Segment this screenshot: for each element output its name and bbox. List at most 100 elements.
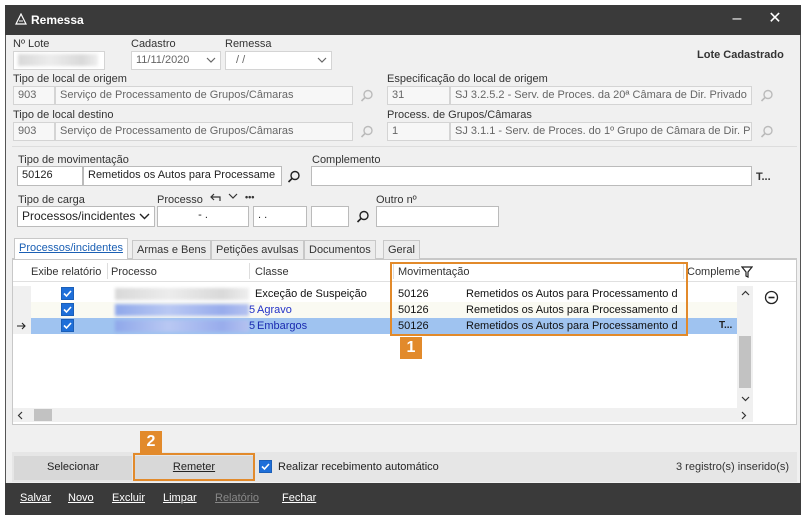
search-icon[interactable] [287,170,301,184]
process-grupos-code[interactable]: 1 [387,122,450,141]
filter-icon[interactable] [741,266,753,278]
auto-receipt-checkbox[interactable] [259,460,272,473]
more-options-button[interactable]: ••• [245,192,254,202]
movimentacao-code-input[interactable]: 50126 [17,166,83,186]
horizontal-scrollbar[interactable] [13,408,753,422]
classe-prefix-cell: 5 [249,304,256,316]
exibe-checkbox[interactable] [61,287,74,300]
excluir-button[interactable]: Excluir [112,492,145,504]
chevron-left-icon[interactable] [17,411,23,420]
novo-button[interactable]: Novo [68,492,94,504]
column-separator [107,263,108,279]
limpar-label: Limpar [163,492,197,504]
tab-armas-e-bens[interactable]: Armas e Bens [132,240,212,259]
window-title: Remessa [31,13,84,27]
column-complemento[interactable]: Compleme [687,260,740,282]
chevron-down-icon[interactable] [741,396,750,402]
tipo-destino-name[interactable]: Serviço de Processamento de Grupos/Câmar… [55,122,353,141]
cadastro-label: Cadastro [131,38,176,50]
selecionar-label: Selecionar [47,461,99,473]
complemento-input[interactable] [311,166,752,186]
chevron-down-icon[interactable] [228,193,238,200]
outro-numero-label: Outro nº [376,194,417,206]
record-count: 3 registro(s) inserido(s) [676,461,790,473]
tipo-carga-label: Tipo de carga [18,194,85,206]
processo-origin-input[interactable] [311,206,349,227]
chevron-up-icon[interactable] [741,290,750,296]
search-icon[interactable] [760,89,774,103]
chevron-down-icon [206,57,216,63]
tab-processos-incidentes[interactable]: Processos/incidentes [14,238,128,259]
vertical-scrollbar[interactable] [737,286,753,408]
complemento-text-button[interactable]: T... [756,171,771,183]
tipo-movimentacao-label: Tipo de movimentação [18,154,129,166]
tipo-destino-code[interactable]: 903 [13,122,55,141]
especificacao-origem-code[interactable]: 31 [387,86,450,105]
processo-segment-input[interactable]: . . [253,206,307,227]
scrollbar-thumb[interactable] [739,336,751,388]
tipo-origem-label: Tipo de local de origem [13,73,127,85]
exibe-checkbox[interactable] [61,319,74,332]
column-exibe-relatorio[interactable]: Exibe relatório [31,260,101,282]
processo-number-input[interactable]: - . [157,206,249,227]
limpar-button[interactable]: Limpar [163,492,197,504]
remessa-label: Remessa [225,38,272,50]
salvar-label: Salvar [20,492,52,504]
callout-box-1 [390,262,688,336]
salvar-button[interactable]: Salvar [20,492,51,504]
processo-number-redacted [115,320,249,332]
scrollbar-thumb[interactable] [34,409,52,421]
tipo-origem-code[interactable]: 903 [13,86,55,105]
callout-box-2 [133,453,255,481]
search-icon[interactable] [360,125,374,139]
footer-toolbar: Salvar Novo Excluir Limpar Relatório Fec… [5,483,801,515]
column-processo[interactable]: Processo [111,260,157,282]
close-button[interactable]: ✕ [765,9,785,29]
check-icon [63,322,72,330]
especificacao-origem-name[interactable]: SJ 3.2.5.2 - Serv. de Proces. da 20ª Câm… [450,86,752,105]
process-grupos-name[interactable]: SJ 3.1.1 - Serv. de Proces. do 1º Grupo … [450,122,752,141]
cadastro-date-value: 11/11/2020 [136,54,190,66]
minimize-button[interactable]: – [727,9,747,29]
column-classe[interactable]: Classe [255,260,289,282]
row-indicator [13,318,31,334]
row-indicator [13,302,31,318]
exibe-checkbox[interactable] [61,303,74,316]
outro-numero-input[interactable] [376,206,499,227]
tab-label: Petições avulsas [216,244,299,256]
chevron-down-icon [317,57,327,63]
classe-cell: Exceção de Suspeição [255,288,367,300]
lote-input[interactable] [13,51,105,70]
search-icon[interactable] [356,210,370,224]
classe-prefix-cell: 5 [249,320,256,332]
row-complemento-button[interactable]: T... [719,320,732,331]
movimentacao-name-input[interactable]: Remetidos os Autos para Processame [83,166,282,186]
title-bar: Remessa – ✕ [5,5,801,35]
undo-icon[interactable] [210,192,222,202]
tab-documentos[interactable]: Documentos [304,240,376,259]
selecionar-button[interactable]: Selecionar [14,456,132,480]
app-logo-icon [15,13,27,25]
tab-geral[interactable]: Geral [383,240,420,259]
search-icon[interactable] [760,125,774,139]
tab-label: Processos/incidentes [19,242,123,254]
tipo-carga-select[interactable]: Processos/incidentes [17,206,155,227]
tipo-origem-name[interactable]: Serviço de Processamento de Grupos/Câmar… [55,86,353,105]
column-separator [249,263,250,279]
lote-label: Nº Lote [13,38,50,50]
relatorio-button[interactable]: Relatório [215,492,259,504]
chevron-down-icon [139,213,150,220]
auto-receipt-label[interactable]: Realizar recebimento automático [278,461,439,473]
relatorio-label: Relatório [215,492,260,504]
novo-label: Novo [68,492,94,504]
tab-peticoes-avulsas[interactable]: Petições avulsas [211,240,304,259]
search-icon[interactable] [360,89,374,103]
processo-number-redacted [115,304,249,316]
cadastro-date-picker[interactable]: 11/11/2020 [131,51,221,70]
remessa-date-picker[interactable]: / / [225,51,332,70]
row-indicator [13,286,31,302]
fechar-button[interactable]: Fechar [282,492,316,504]
tipo-carga-value: Processos/incidentes [22,209,136,223]
chevron-right-icon[interactable] [741,411,747,420]
remove-row-icon[interactable] [764,290,779,305]
